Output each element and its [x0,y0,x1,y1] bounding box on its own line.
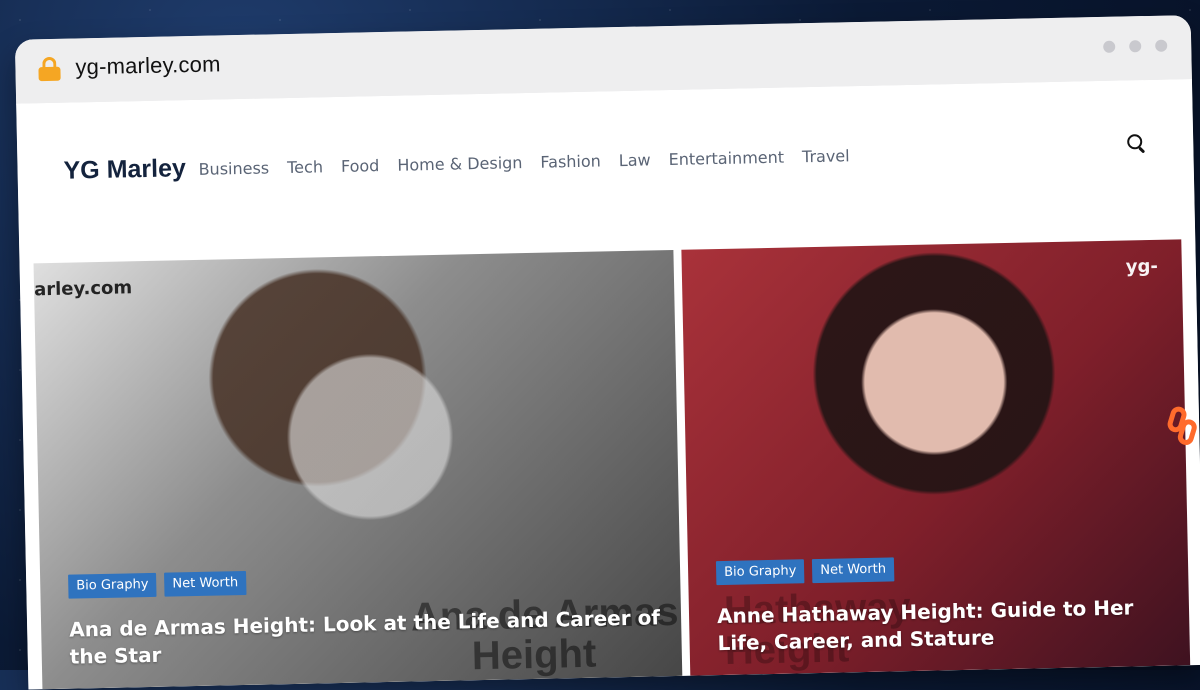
site-title[interactable]: YG Marley [63,154,186,186]
article-overlay: Bio Graphy Net Worth Anne Hathaway Heigh… [715,552,1170,657]
lock-body [38,66,61,82]
nav-business[interactable]: Business [198,158,269,178]
guestpostlinks-text: GUESTPOSTLINKS [1189,160,1200,424]
window-frame: yg-marley.com YG Marley Business Tech Fo… [14,15,1200,690]
article-card-anne-hathaway[interactable]: yg- Hathaway Height Bio Graphy Net Worth… [681,239,1191,680]
tag-net-worth[interactable]: Net Worth [812,557,895,584]
window-controls [1103,39,1168,53]
main-navigation: Business Tech Food Home & Design Fashion… [198,146,849,179]
nav-law[interactable]: Law [619,150,651,170]
image-watermark-domain: arley.com [33,277,133,301]
nav-food[interactable]: Food [341,156,380,176]
article-tags: Bio Graphy Net Worth [715,552,1168,586]
lock-icon [37,56,61,82]
window-dot-1[interactable] [1103,40,1116,53]
window-dot-3[interactable] [1155,39,1168,52]
link-chain-icon [1165,404,1199,450]
nav-travel[interactable]: Travel [802,146,850,166]
web-page: YG Marley Business Tech Food Home & Desi… [16,79,1200,690]
nav-tech[interactable]: Tech [287,157,323,177]
article-overlay: Bio Graphy Net Worth Ana de Armas Height… [68,563,662,671]
article-title[interactable]: Ana de Armas Height: Look at the Life an… [69,604,662,670]
tag-bio-graphy[interactable]: Bio Graphy [68,573,157,599]
search-icon-handle [1138,146,1146,154]
window-dot-2[interactable] [1129,40,1142,53]
site-header: YG Marley Business Tech Food Home & Desi… [63,134,1154,197]
article-card-ana-de-armas[interactable]: arley.com Ana de Armas Height Bio Graphy… [33,249,683,690]
url-text[interactable]: yg-marley.com [75,51,221,80]
image-watermark-domain: yg- [1125,255,1159,278]
browser-window: yg-marley.com YG Marley Business Tech Fo… [0,0,1200,690]
tag-bio-graphy[interactable]: Bio Graphy [715,559,805,586]
article-tags: Bio Graphy Net Worth [68,563,660,599]
nav-entertainment[interactable]: Entertainment [668,148,784,169]
nav-home-design[interactable]: Home & Design [397,153,523,175]
article-title[interactable]: Anne Hathaway Height: Guide to Her Life,… [717,594,1170,657]
nav-fashion[interactable]: Fashion [540,151,601,171]
search-icon[interactable] [1127,134,1149,156]
tag-net-worth[interactable]: Net Worth [164,571,247,597]
guestpostlinks-badge: GUESTPOSTLINKS [1154,160,1200,464]
featured-articles: arley.com Ana de Armas Height Bio Graphy… [33,239,1191,690]
